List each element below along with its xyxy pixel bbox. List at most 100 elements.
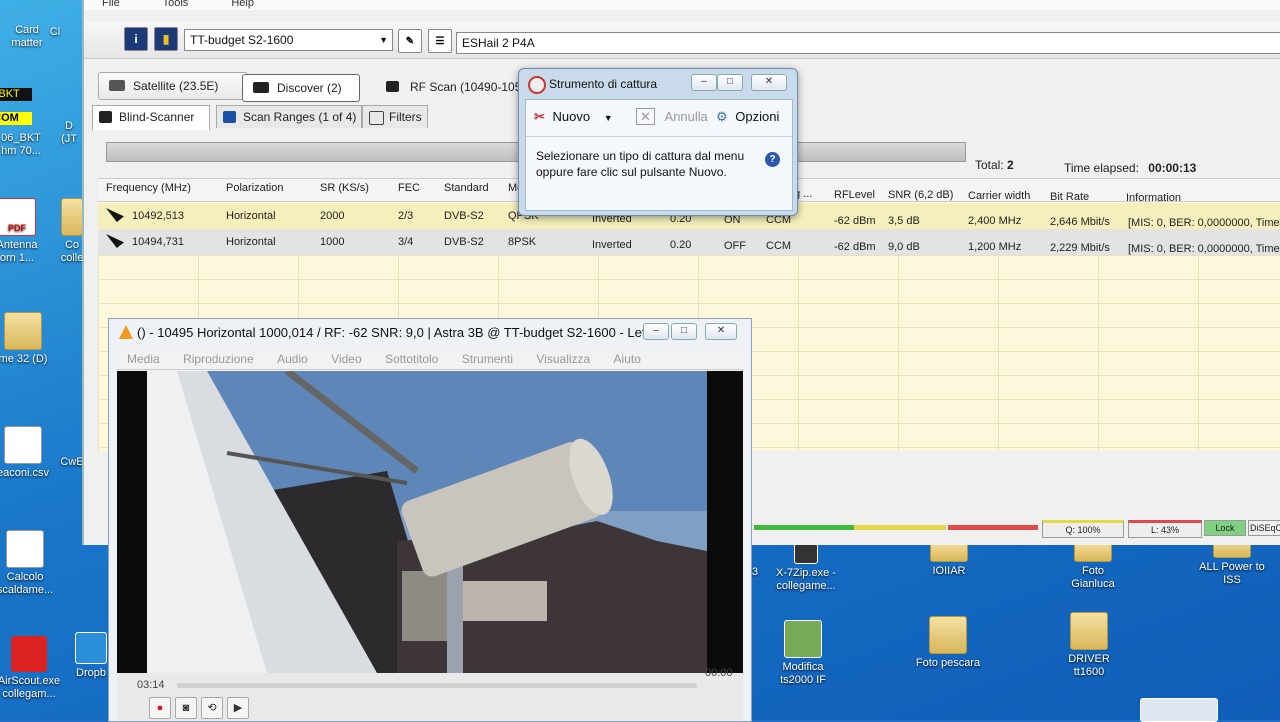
- record-button[interactable]: ●: [149, 697, 171, 719]
- menu-video[interactable]: Video: [331, 352, 361, 366]
- archive-icon: [784, 620, 822, 658]
- menu-tools[interactable]: Tools: [163, 0, 189, 9]
- signal-status-bar: Q: 100% L: 43% Lock DiSEqC: [744, 520, 1280, 538]
- col-snr[interactable]: SNR (6,2 dB): [888, 189, 953, 201]
- cell-sr: 2000: [320, 210, 345, 222]
- icon-label: Foto pescara: [915, 657, 981, 669]
- menu-strumenti[interactable]: Strumenti: [462, 352, 513, 366]
- device-select-value: TT-budget S2-1600: [190, 33, 294, 47]
- loop-icon[interactable]: ⟲: [201, 697, 223, 719]
- desktop-icon-foto-pescara[interactable]: Foto pescara: [906, 616, 990, 670]
- desktop-icon-ioiiar[interactable]: IOIIAR: [910, 540, 988, 578]
- icon-label: COM: [0, 112, 19, 124]
- seek-bar[interactable]: [177, 683, 697, 688]
- new-snip-button[interactable]: ✂ Nuovo ▼: [534, 109, 613, 125]
- lock-indicator: Lock: [1204, 520, 1246, 536]
- col-polarization[interactable]: Polarization: [226, 182, 283, 194]
- filter-icon: [369, 111, 384, 125]
- folder-icon: [1070, 612, 1108, 650]
- desktop-icon-antenna[interactable]: PDF Antenna orn 1...: [0, 198, 56, 265]
- cell-information: [MIS: 0, BER: 0,0000000, Time to l: [1128, 243, 1280, 255]
- tab-satellite[interactable]: Satellite (23.5E): [98, 72, 248, 100]
- icon-label: Co colle: [60, 239, 84, 264]
- snipping-tool-message: Selezionare un tipo di cattura dal menu …: [536, 149, 745, 179]
- tab-discover[interactable]: Discover (2): [242, 74, 360, 102]
- snipping-tool-body: ✂ Nuovo ▼ ✕ Annulla ⚙ Opzioni Selezionar…: [525, 99, 793, 211]
- icon-label: X-7Zip.exe - collegame...: [776, 567, 836, 592]
- desktop-icon-beaconi[interactable]: eaconi.csv: [0, 426, 62, 480]
- tab-label: RF Scan (10490-105: [410, 80, 522, 94]
- tab-scan-ranges[interactable]: Scan Ranges (1 of 4): [216, 105, 362, 128]
- cancel-snip-button[interactable]: ✕ Annulla: [636, 108, 708, 125]
- col-standard[interactable]: Standard: [444, 182, 489, 194]
- minimize-button[interactable]: –: [691, 74, 717, 91]
- col-carrier-width[interactable]: Carrier width: [968, 190, 1030, 202]
- icon-label: 06_BKT hm 70...: [1, 132, 41, 157]
- cell-ccm: CCM: [766, 240, 792, 252]
- menu-media[interactable]: Media: [127, 352, 160, 366]
- col-rflevel[interactable]: RFLevel: [834, 189, 875, 201]
- info-icon[interactable]: i: [124, 27, 148, 51]
- tab-label: Satellite (23.5E): [133, 79, 219, 93]
- desktop-icon-7zip[interactable]: X-7Zip.exe - collegame...: [764, 540, 848, 593]
- satellite-dish-icon: [106, 208, 124, 222]
- menu-riproduzione[interactable]: Riproduzione: [183, 352, 254, 366]
- desktop-icon-3bkt[interactable]: 3BKT: [0, 88, 32, 101]
- help-icon[interactable]: ?: [765, 152, 780, 167]
- tab-label: Discover (2): [277, 81, 342, 95]
- signal-bar-red: [948, 525, 1038, 530]
- tab-label: Filters: [389, 110, 422, 124]
- desktop-icon-cl[interactable]: Cl: [30, 26, 80, 39]
- desktop-icon-com[interactable]: COM: [0, 112, 32, 125]
- cancel-label: Annulla: [664, 109, 708, 124]
- icon-label: me 32 (D): [0, 353, 48, 365]
- main-toolbar: i ▮ TT-budget S2-1600 ▼ ✎ ☰ ESHail 2 P4A: [84, 22, 1280, 59]
- menu-audio[interactable]: Audio: [277, 352, 308, 366]
- dropbox-icon: [75, 632, 107, 664]
- desktop-icon-drive[interactable]: me 32 (D): [0, 312, 62, 366]
- table-row[interactable]: 10494,731 Horizontal 1000 3/4 DVB-S2 8PS…: [98, 229, 1280, 255]
- cell-standard: DVB-S2: [444, 210, 484, 222]
- icon-label: DRIVER tt1600: [1068, 653, 1110, 678]
- menu-sottotitolo[interactable]: Sottotitolo: [385, 352, 438, 366]
- col-frequency[interactable]: Frequency (MHz): [106, 182, 191, 194]
- cell-rolloff: 0.20: [670, 239, 692, 251]
- total-value: 2: [1007, 158, 1014, 172]
- menu-aiuto[interactable]: Aiuto: [614, 352, 641, 366]
- menu-visualizza[interactable]: Visualizza: [536, 352, 590, 366]
- lock-icon[interactable]: ▮: [154, 27, 178, 51]
- frame-step-icon[interactable]: ▶: [227, 697, 249, 719]
- icon-label: ALL Power to ISS: [1199, 561, 1265, 586]
- menu-help[interactable]: Help: [231, 0, 254, 9]
- cell-snr: 9,0 dB: [888, 241, 920, 253]
- maximize-button[interactable]: □: [671, 323, 697, 340]
- drive-icon: [4, 312, 42, 350]
- satellite-dish-icon: [99, 111, 112, 123]
- desktop-icon-foto-gianluca[interactable]: Foto Gianluca: [1054, 540, 1132, 591]
- col-bit-rate[interactable]: Bit Rate: [1050, 191, 1089, 203]
- snapshot-icon[interactable]: ◙: [175, 697, 197, 719]
- edit-icon[interactable]: ✎: [398, 29, 422, 53]
- minimize-button[interactable]: –: [643, 323, 669, 340]
- maximize-button[interactable]: □: [717, 74, 743, 91]
- cell-frequency: 10492,513: [132, 210, 184, 222]
- close-button[interactable]: ✕: [751, 74, 787, 91]
- col-fec[interactable]: FEC: [398, 182, 420, 194]
- desktop-icon-driver[interactable]: DRIVER tt1600: [1050, 612, 1128, 679]
- desktop-icon-modifica[interactable]: Modifica ts2000 IF: [764, 620, 842, 687]
- satellite-icon: [109, 80, 125, 91]
- tab-filters[interactable]: Filters: [362, 105, 428, 128]
- cell-sr: 1000: [320, 236, 345, 248]
- desktop-icon-airscout[interactable]: AirScout.exe collegam...: [0, 636, 68, 701]
- tab-blind-scanner[interactable]: Blind-Scanner: [92, 105, 210, 130]
- col-sr[interactable]: SR (KS/s): [320, 182, 369, 194]
- close-button[interactable]: ✕: [705, 323, 737, 340]
- video-frame[interactable]: [117, 371, 743, 673]
- options-button[interactable]: ⚙ Opzioni: [716, 109, 779, 125]
- list-icon[interactable]: ☰: [428, 29, 452, 53]
- desktop-icon-calcolo[interactable]: Calcolo scaldame...: [0, 530, 64, 597]
- menu-file[interactable]: File: [102, 0, 120, 9]
- device-select[interactable]: TT-budget S2-1600 ▼: [184, 29, 393, 51]
- cell-bit-rate: 2,229 Mbit/s: [1050, 242, 1110, 254]
- satellite-field[interactable]: ESHail 2 P4A: [456, 32, 1280, 54]
